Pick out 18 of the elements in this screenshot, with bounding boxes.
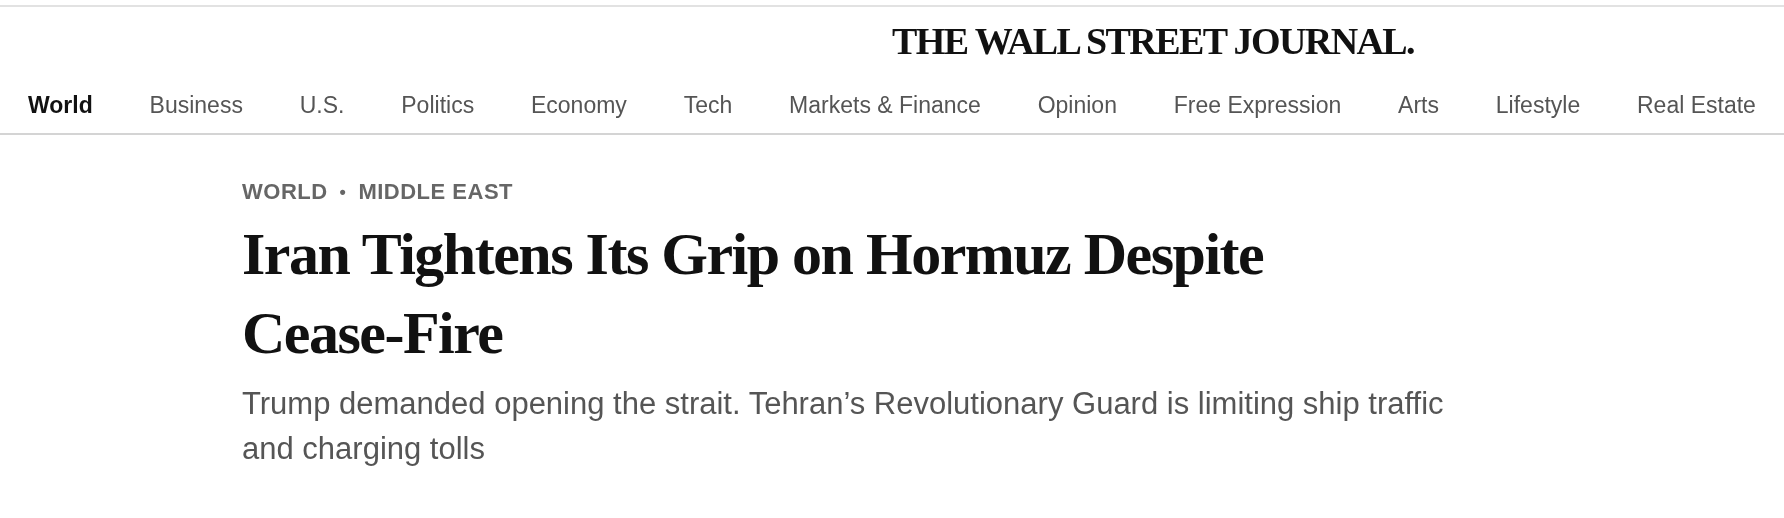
nav-link[interactable]: World	[28, 89, 93, 121]
masthead-logo[interactable]: THE WALL STREET JOURNAL.	[892, 19, 1414, 69]
separator-dot: •	[339, 181, 347, 203]
nav-link[interactable]: Politics	[401, 89, 475, 121]
breadcrumb-link[interactable]: WORLD	[242, 179, 328, 205]
breadcrumb-link[interactable]: MIDDLE EAST	[358, 179, 514, 205]
headline: Iran Tightens Its Grip on Hormuz Despite Cease-Fire	[242, 220, 1265, 368]
nav-link[interactable]: U.S.	[299, 89, 345, 121]
nav-link[interactable]: Business	[149, 89, 243, 121]
subheadline: Trump demanded opening the strait. Tehran’s Revolutionary Guard is limiting ship traffic and charging tolls	[242, 385, 1445, 468]
nav-link[interactable]: Economy	[530, 89, 627, 121]
nav-link[interactable]: Arts	[1398, 89, 1439, 121]
nav-link[interactable]: Real Estate	[1637, 89, 1756, 121]
nav-link[interactable]: Lifestyle	[1495, 89, 1581, 121]
nav-link[interactable]: Markets & Finance	[789, 89, 981, 121]
nav-link[interactable]: Opinion	[1037, 89, 1117, 121]
nav-link[interactable]: Free Expression	[1173, 89, 1342, 121]
nav-link[interactable]: Tech	[683, 89, 733, 121]
